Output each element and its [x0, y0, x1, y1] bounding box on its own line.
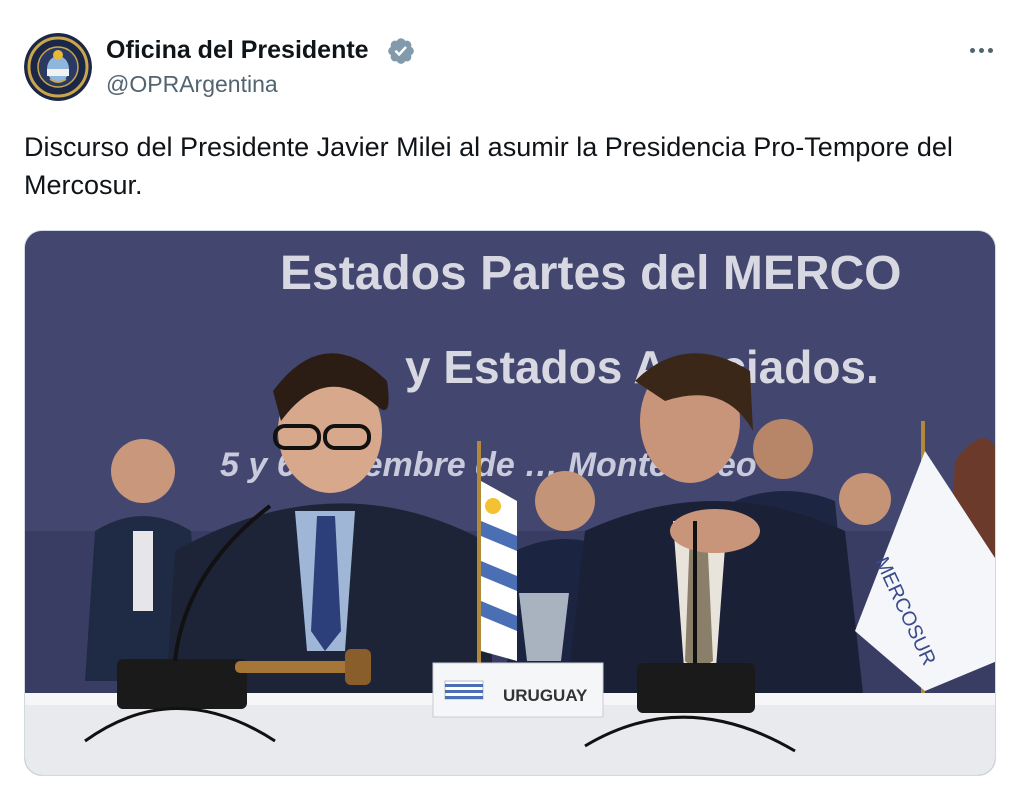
- author-handle[interactable]: @OPRArgentina: [106, 71, 278, 98]
- author-avatar[interactable]: [24, 33, 92, 101]
- name-card-label: URUGUAY: [503, 686, 588, 705]
- more-dot-icon: [978, 47, 984, 53]
- more-options-button[interactable]: [963, 36, 999, 64]
- more-dot-icon: [969, 47, 975, 53]
- banner-line-1: Estados Partes del MERCO: [280, 247, 902, 300]
- tweet-text: Discurso del Presidente Javier Milei al …: [24, 132, 953, 200]
- presidential-seal-icon: [24, 33, 92, 101]
- water-glass: [519, 593, 569, 661]
- more-dot-icon: [987, 47, 993, 53]
- tweet-media-photo[interactable]: Estados Partes del MERCO y Estados Asoci…: [24, 230, 996, 776]
- country-name-card: URUGUAY: [432, 662, 604, 718]
- author-display-name[interactable]: Oficina del Presidente: [106, 36, 369, 65]
- tweet: Oficina del Presidente @OPRArgentina Dis…: [0, 0, 1023, 790]
- verified-badge-icon: [388, 38, 414, 64]
